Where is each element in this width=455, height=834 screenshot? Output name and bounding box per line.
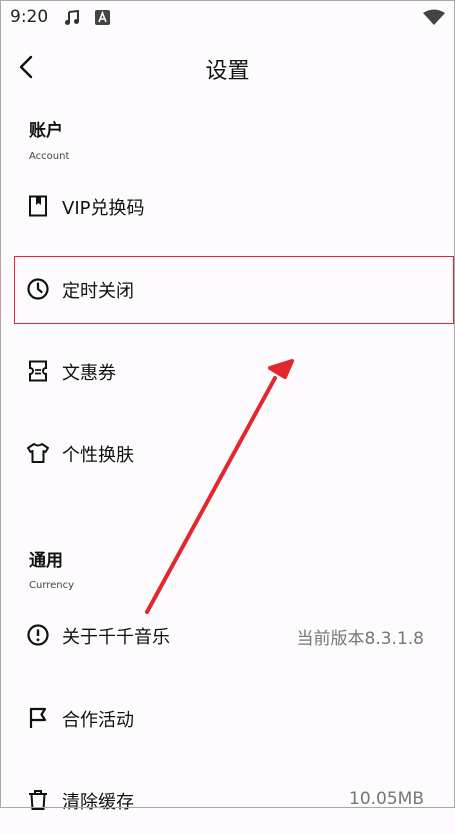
header: 设置 [0, 40, 455, 96]
settings-item-label: VIP兑换码 [62, 198, 145, 219]
wifi-icon [423, 9, 445, 29]
settings-item-about[interactable]: 关于千千音乐 当前版本8.3.1.8 [0, 603, 455, 669]
settings-item-skin[interactable]: 个性换肤 [0, 421, 455, 487]
info-icon [26, 623, 50, 647]
section-subtitle-account: Account [29, 151, 70, 162]
settings-item-label: 合作活动 [62, 710, 134, 731]
settings-item-vip-code[interactable]: VIP兑换码 [0, 174, 455, 240]
settings-item-label: 个性换肤 [62, 445, 134, 466]
music-note-icon [64, 9, 80, 30]
font-a-icon [95, 10, 110, 29]
section-title-general: 通用 [29, 551, 63, 571]
status-time: 9:20 [10, 7, 49, 27]
cache-size-value: 10.05MB [349, 789, 424, 809]
bookmark-icon [26, 194, 50, 218]
version-value: 当前版本8.3.1.8 [296, 629, 424, 649]
settings-item-timer-off[interactable]: 定时关闭 [0, 257, 455, 323]
settings-item-cooperation[interactable]: 合作活动 [0, 686, 455, 752]
flag-icon [26, 706, 50, 730]
page-title: 设置 [205, 59, 250, 84]
trash-icon [26, 788, 50, 812]
settings-item-label: 清除缓存 [62, 792, 134, 813]
settings-item-label: 关于千千音乐 [62, 627, 170, 648]
section-title-account: 账户 [29, 121, 63, 141]
settings-item-label: 定时关闭 [62, 281, 134, 302]
shirt-icon [26, 441, 50, 465]
settings-item-clear-cache[interactable]: 清除缓存 10.05MB [0, 768, 455, 834]
section-subtitle-general: Currency [29, 580, 75, 591]
coupon-icon [26, 359, 50, 383]
settings-item-coupon[interactable]: 文惠券 [0, 339, 455, 405]
status-bar: 9:20 [0, 0, 455, 36]
clock-icon [26, 277, 50, 301]
settings-item-label: 文惠券 [62, 363, 116, 384]
